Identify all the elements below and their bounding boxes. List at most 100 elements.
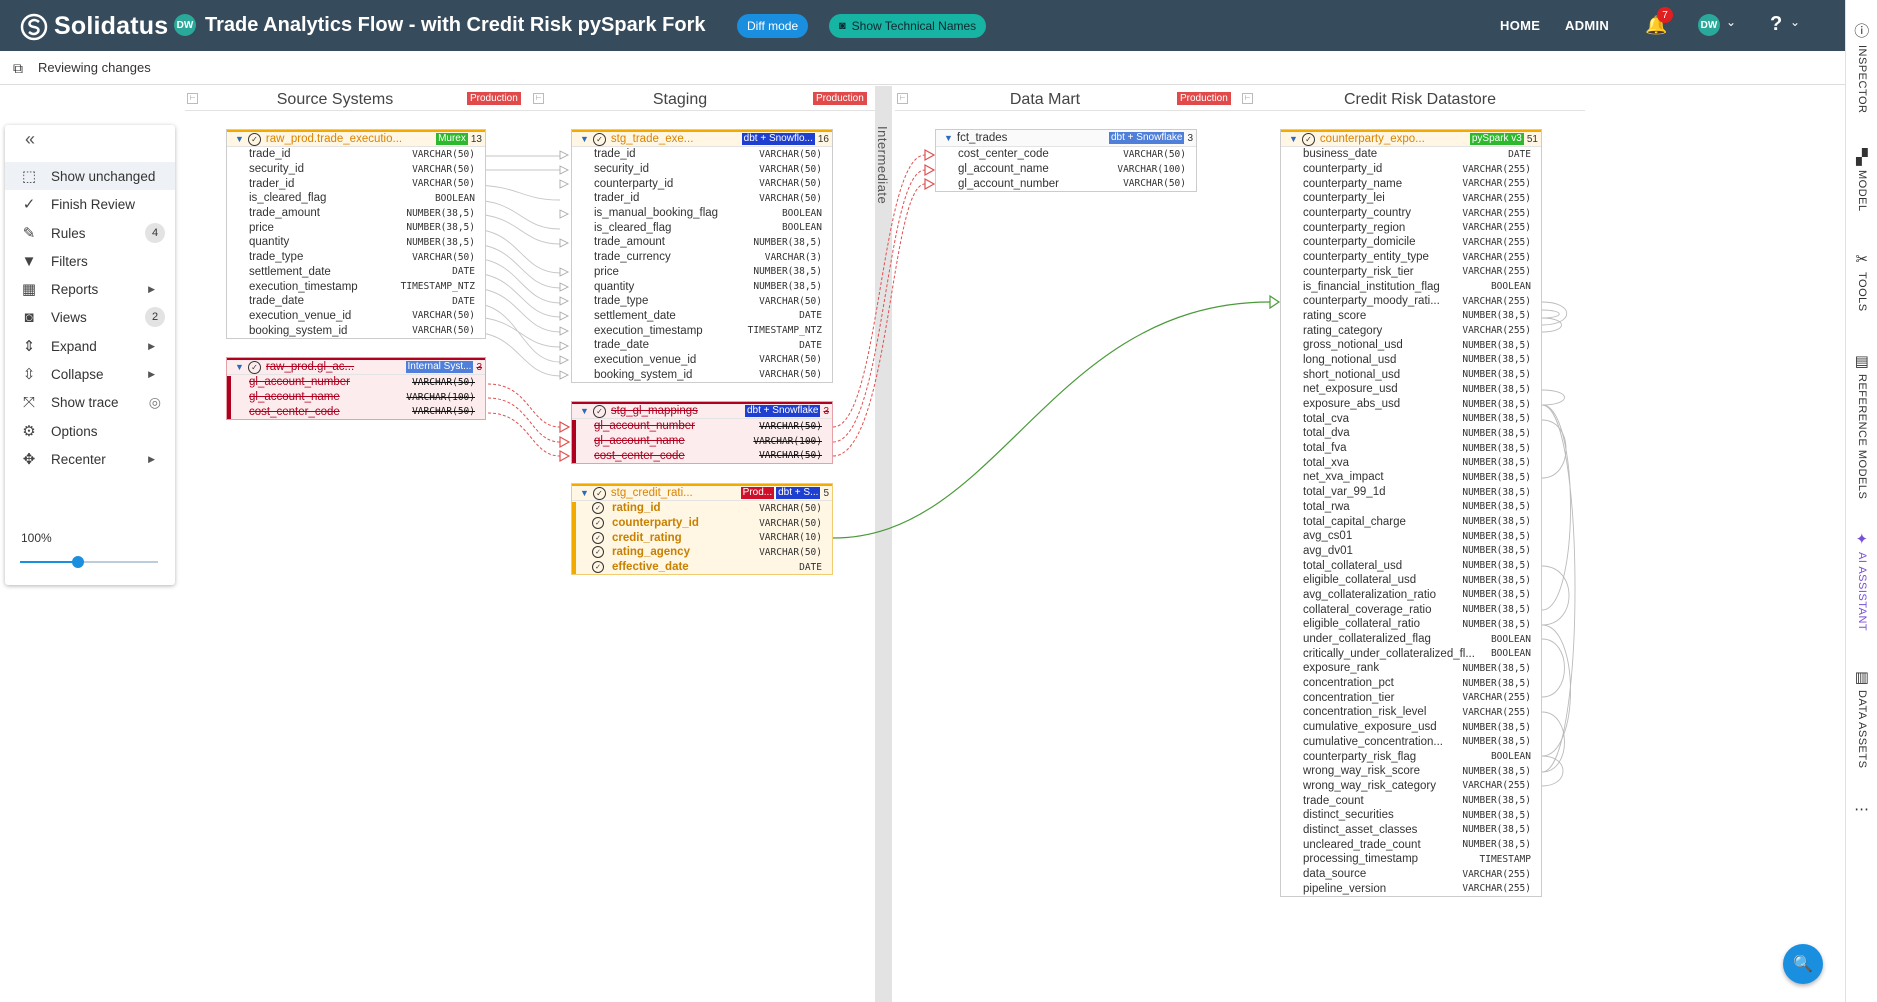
entity-field-row[interactable]: total_fva NUMBER(38,5) xyxy=(1281,441,1541,456)
entity-field-row[interactable]: counterparty_risk_tier VARCHAR(255) xyxy=(1281,265,1541,280)
entity-field-row[interactable]: rating_category VARCHAR(255) xyxy=(1281,323,1541,338)
entity-stg-trade-executions[interactable]: ▼ ✓ stg_trade_exe... dbt + Snowflo... 16 trad… xyxy=(571,129,833,383)
entity-raw-prod-trade-executions[interactable]: ▼ ✓ raw_prod.trade_executio... Murex 13 trade… xyxy=(226,129,486,339)
entity-header[interactable]: ▼ ✓ stg_gl_mappings dbt + Snowflake 3 xyxy=(572,402,832,419)
entity-field-row[interactable]: total_dva NUMBER(38,5) xyxy=(1281,426,1541,441)
entity-stg-credit-ratings[interactable]: ▼ ✓ stg_credit_rati... Prod... dbt + S... 5 ✓ r… xyxy=(571,483,833,576)
entity-field-row[interactable]: total_var_99_1d NUMBER(38,5) xyxy=(1281,485,1541,500)
entity-field-row[interactable]: cost_center_code VARCHAR(50) xyxy=(936,147,1196,162)
entity-field-row[interactable]: data_source VARCHAR(255) xyxy=(1281,867,1541,882)
brand-logo[interactable]: Solidatus xyxy=(20,12,168,41)
entity-field-row[interactable]: net_xva_impact NUMBER(38,5) xyxy=(1281,470,1541,485)
entity-field-row[interactable]: total_rwa NUMBER(38,5) xyxy=(1281,500,1541,515)
field-check-icon[interactable]: ✓ xyxy=(592,561,604,574)
entity-field-row[interactable]: security_id VARCHAR(50) xyxy=(227,162,485,177)
entity-field-row[interactable]: rating_score NUMBER(38,5) xyxy=(1281,309,1541,324)
entity-field-row[interactable]: booking_system_id VARCHAR(50) xyxy=(227,323,485,338)
entity-field-row[interactable]: total_collateral_usd NUMBER(38,5) xyxy=(1281,558,1541,573)
entity-field-row[interactable]: wrong_way_risk_score NUMBER(38,5) xyxy=(1281,764,1541,779)
entity-field-row[interactable]: total_xva NUMBER(38,5) xyxy=(1281,455,1541,470)
entity-raw-prod-gl-accounts[interactable]: ▼ ✓ raw_prod.gl_ac... Internal Syst... 3 gl_a… xyxy=(226,357,486,421)
entity-field-row[interactable]: concentration_pct NUMBER(38,5) xyxy=(1281,676,1541,691)
rail-tools[interactable]: ✂ TOOLS xyxy=(1846,250,1877,312)
entity-field-row[interactable]: avg_cs01 NUMBER(38,5) xyxy=(1281,529,1541,544)
entity-field-row[interactable]: counterparty_domicile VARCHAR(255) xyxy=(1281,235,1541,250)
entity-field-row[interactable]: trade_date DATE xyxy=(227,294,485,309)
menu-item-expand[interactable]: ⇕ Expand ▶ xyxy=(5,332,175,360)
entity-field-row[interactable]: under_collateralized_flag BOOLEAN xyxy=(1281,632,1541,647)
entity-header[interactable]: ▼ ✓ raw_prod.trade_executio... Murex 13 xyxy=(227,130,485,147)
entity-field-row[interactable]: gl_account_name VARCHAR(100) xyxy=(227,389,485,405)
entity-field-row[interactable]: gl_account_number VARCHAR(50) xyxy=(227,375,485,390)
review-check-icon[interactable]: ✓ xyxy=(592,404,606,418)
entity-field-row[interactable]: execution_timestamp TIMESTAMP_NTZ xyxy=(572,323,832,338)
expand-toggle-icon[interactable]: ▼ xyxy=(1289,134,1298,144)
entity-field-row[interactable]: critically_under_collateralized_fl... BOO… xyxy=(1281,646,1541,661)
column-collapse-icon[interactable]: ⊢ xyxy=(533,93,544,104)
menu-item-show-trace[interactable]: ⤧ Show trace ◎ xyxy=(5,388,175,416)
entity-field-row[interactable]: wrong_way_risk_category VARCHAR(255) xyxy=(1281,779,1541,794)
entity-field-row[interactable]: short_notional_usd NUMBER(38,5) xyxy=(1281,367,1541,382)
entity-field-row[interactable]: gl_account_name VARCHAR(100) xyxy=(936,162,1196,177)
entity-field-row[interactable]: gl_account_number VARCHAR(50) xyxy=(572,419,832,434)
review-check-icon[interactable]: ✓ xyxy=(592,132,606,146)
entity-field-row[interactable]: exposure_abs_usd NUMBER(38,5) xyxy=(1281,397,1541,412)
menu-item-rules[interactable]: ✎ Rules 4 xyxy=(5,219,175,247)
entity-header[interactable]: ▼ ✓ stg_credit_rati... Prod... dbt + S... 5 xyxy=(572,484,832,501)
entity-field-row[interactable]: cumulative_exposure_usd NUMBER(38,5) xyxy=(1281,720,1541,735)
collapse-menu-icon[interactable]: « xyxy=(25,129,35,150)
menu-item-show-unchanged[interactable]: ⬚ Show unchanged xyxy=(5,162,175,190)
entity-field-row[interactable]: is_cleared_flag BOOLEAN xyxy=(572,220,832,235)
entity-field-row[interactable]: long_notional_usd NUMBER(38,5) xyxy=(1281,353,1541,368)
entity-field-row[interactable]: counterparty_id VARCHAR(50) xyxy=(572,176,832,191)
entity-field-row[interactable]: ✓ credit_rating VARCHAR(10) xyxy=(572,530,832,546)
search-button[interactable]: 🔍 xyxy=(1783,944,1823,984)
expand-toggle-icon[interactable]: ▼ xyxy=(235,362,244,372)
entity-field-row[interactable]: execution_venue_id VARCHAR(50) xyxy=(572,353,832,368)
entity-field-row[interactable]: quantity NUMBER(38,5) xyxy=(572,279,832,294)
rail-data-assets[interactable]: ▥ DATA ASSETS xyxy=(1846,668,1877,768)
column-collapse-icon[interactable]: ⊢ xyxy=(1242,93,1253,104)
entity-field-row[interactable]: trade_amount NUMBER(38,5) xyxy=(227,206,485,221)
entity-field-row[interactable]: business_date DATE xyxy=(1281,147,1541,162)
field-check-icon[interactable]: ✓ xyxy=(592,546,604,559)
entity-field-row[interactable]: trade_id VARCHAR(50) xyxy=(572,147,832,162)
rail-ai-assistant[interactable]: ✦ AI ASSISTANT xyxy=(1846,530,1877,631)
entity-field-row[interactable]: counterparty_entity_type VARCHAR(255) xyxy=(1281,250,1541,265)
intermediate-divider[interactable]: Intermediate xyxy=(875,86,892,1002)
expand-toggle-icon[interactable]: ▼ xyxy=(580,406,589,416)
entity-field-row[interactable]: counterparty_id VARCHAR(255) xyxy=(1281,162,1541,177)
review-check-icon[interactable]: ✓ xyxy=(1301,132,1315,146)
entity-header[interactable]: ▼ ✓ raw_prod.gl_ac... Internal Syst... 3 xyxy=(227,358,485,375)
entity-field-row[interactable]: trade_amount NUMBER(38,5) xyxy=(572,235,832,250)
entity-field-row[interactable]: settlement_date DATE xyxy=(227,265,485,280)
entity-field-row[interactable]: gross_notional_usd NUMBER(38,5) xyxy=(1281,338,1541,353)
entity-field-row[interactable]: ✓ rating_id VARCHAR(50) xyxy=(572,501,832,516)
entity-field-row[interactable]: eligible_collateral_usd NUMBER(38,5) xyxy=(1281,573,1541,588)
entity-field-row[interactable]: ✓ rating_agency VARCHAR(50) xyxy=(572,545,832,560)
entity-field-row[interactable]: trade_currency VARCHAR(3) xyxy=(572,250,832,265)
entity-stg-gl-mappings[interactable]: ▼ ✓ stg_gl_mappings dbt + Snowflake 3 gl_acco… xyxy=(571,401,833,465)
diff-mode-button[interactable]: Diff mode xyxy=(737,14,809,38)
show-technical-names-button[interactable]: ◙ Show Technical Names xyxy=(829,14,987,38)
entity-field-row[interactable]: processing_timestamp TIMESTAMP xyxy=(1281,852,1541,867)
entity-fct-trades[interactable]: ▼ fct_trades dbt + Snowflake 3 cost_center_c… xyxy=(935,129,1197,193)
column-collapse-icon[interactable]: ⊢ xyxy=(187,93,198,104)
expand-toggle-icon[interactable]: ▼ xyxy=(580,134,589,144)
entity-field-row[interactable]: cumulative_concentration... NUMBER(38,5) xyxy=(1281,735,1541,750)
entity-field-row[interactable]: counterparty_risk_flag BOOLEAN xyxy=(1281,749,1541,764)
entity-field-row[interactable]: trader_id VARCHAR(50) xyxy=(227,176,485,191)
rail--[interactable]: ⋯ xyxy=(1846,800,1877,818)
review-check-icon[interactable]: ✓ xyxy=(247,360,261,374)
entity-field-row[interactable]: ✓ effective_date DATE xyxy=(572,559,832,575)
zoom-slider-handle[interactable] xyxy=(71,556,84,568)
entity-field-row[interactable]: is_manual_booking_flag BOOLEAN xyxy=(572,206,832,221)
menu-item-collapse[interactable]: ⇳ Collapse ▶ xyxy=(5,360,175,388)
admin-link[interactable]: ADMIN xyxy=(1565,18,1609,33)
entity-field-row[interactable]: price NUMBER(38,5) xyxy=(227,220,485,235)
entity-field-row[interactable]: counterparty_region VARCHAR(255) xyxy=(1281,220,1541,235)
entity-field-row[interactable]: cost_center_code VARCHAR(50) xyxy=(227,404,485,420)
entity-field-row[interactable]: trader_id VARCHAR(50) xyxy=(572,191,832,206)
entity-field-row[interactable]: security_id VARCHAR(50) xyxy=(572,162,832,177)
entity-field-row[interactable]: exposure_rank NUMBER(38,5) xyxy=(1281,661,1541,676)
